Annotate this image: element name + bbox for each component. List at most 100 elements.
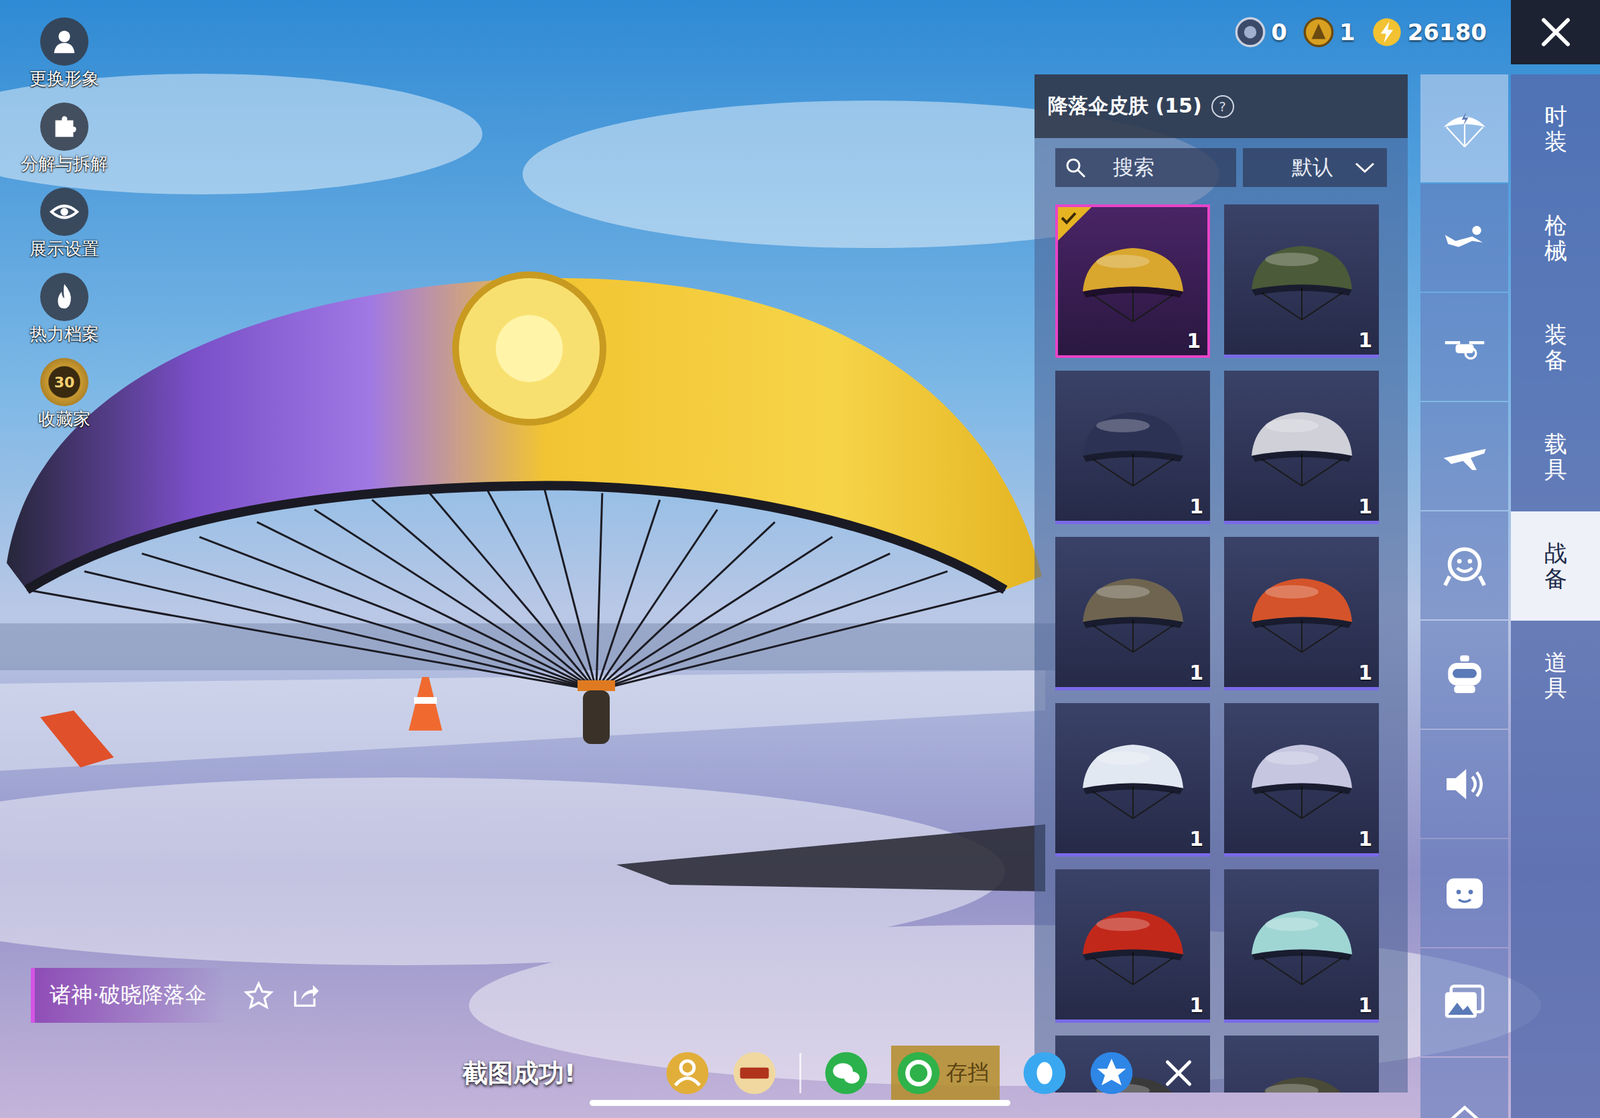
more-icon [1440, 1087, 1489, 1118]
parachute-thumbnail-icon [1065, 724, 1200, 832]
share-divider [799, 1052, 802, 1093]
drone-icon [1440, 322, 1489, 372]
category-tab[interactable]: 时装 [1510, 74, 1600, 184]
plane-wing [616, 824, 1046, 892]
clouds [0, 73, 1542, 1086]
menu-item[interactable]: 展示设置 [10, 187, 118, 261]
icon-tab[interactable] [1420, 402, 1509, 510]
sun-emblem [455, 274, 604, 423]
canopy-edge [26, 485, 1006, 590]
plane-icon [1440, 432, 1489, 481]
screenshot-toast: 截图成功! [462, 1055, 576, 1091]
skin-card[interactable]: 1 [1224, 869, 1379, 1023]
sticker-icon [1440, 869, 1489, 918]
help-button[interactable]: ? [1211, 95, 1235, 118]
category-tab[interactable]: 载具 [1510, 402, 1600, 512]
skin-card[interactable]: 1 [1055, 536, 1211, 691]
parachute-thumbnail-icon [1234, 890, 1369, 998]
skin-card[interactable]: 1 [1055, 869, 1211, 1023]
icon-tab[interactable] [1420, 838, 1509, 947]
collector-badge: 30 [54, 373, 76, 391]
skin-card[interactable]: 1 [1224, 536, 1379, 691]
menu-item[interactable]: 更换形象 [10, 17, 118, 91]
icon-tab[interactable] [1420, 292, 1509, 401]
star-icon[interactable] [243, 980, 274, 1010]
game-icon[interactable] [732, 1050, 777, 1095]
close-icon[interactable] [1156, 1050, 1201, 1095]
share-bar: 截图成功! 存挡 [462, 1045, 1201, 1101]
parachute-thumbnail-icon [1065, 391, 1200, 500]
parachute-thumbnail-icon [1234, 225, 1369, 333]
skin-card[interactable]: 1 [1055, 204, 1211, 358]
qq-icon[interactable] [1022, 1050, 1067, 1095]
puzzle-icon [48, 111, 80, 143]
menu-item[interactable]: 30收藏家 [10, 357, 118, 431]
wechat-icon[interactable] [824, 1050, 869, 1095]
left-menu: 更换形象分解与拆解展示设置热力档案 30收藏家 [10, 17, 118, 431]
skin-name: 诸神·破晓降落伞 [30, 967, 227, 1023]
runway [0, 670, 1046, 771]
sort-dropdown[interactable]: 默认 [1242, 148, 1387, 187]
main-area: 降落伞皮肤 (15)?搜索默认1111111111时装枪械装备载具战备道具 [0, 74, 1600, 1118]
close-icon [1535, 12, 1576, 53]
category-tab[interactable]: 道具 [1510, 620, 1600, 730]
item-count: 1 [1358, 992, 1373, 1017]
menu-item[interactable]: 分解与拆解 [10, 102, 118, 176]
icon-tab[interactable] [1420, 1057, 1509, 1118]
skin-card[interactable]: 1 [1224, 204, 1379, 358]
sort-value: 默认 [1291, 153, 1334, 182]
tool-row: 搜索 默认 [1055, 148, 1387, 187]
category-column: 时装枪械装备载具战备道具 [1510, 74, 1600, 1118]
icon-tab[interactable] [1420, 948, 1509, 1056]
search-field[interactable]: 搜索 [1055, 148, 1237, 187]
game-screen: 0126180降落伞皮肤 (15)?搜索默认1111111111时装枪械装备载具… [0, 0, 1600, 1118]
parachute-thumbnail-icon [1065, 890, 1200, 998]
token-icon [1234, 16, 1266, 48]
eye-icon [48, 196, 80, 228]
item-count: 1 [1358, 494, 1373, 518]
menu-icon-circle [40, 17, 89, 66]
coin-icon [1303, 16, 1335, 48]
save-label: 存挡 [946, 1057, 989, 1088]
qzone-icon[interactable] [1089, 1050, 1134, 1095]
menu-icon-circle [40, 272, 89, 321]
skin-card[interactable]: 1 [1224, 370, 1379, 524]
icon-tab[interactable] [1420, 620, 1509, 729]
skin-card[interactable]: 1 [1224, 702, 1379, 857]
search-placeholder: 搜索 [1112, 153, 1155, 182]
save-button[interactable]: 存挡 [891, 1045, 1000, 1101]
category-tab[interactable]: 装备 [1510, 292, 1600, 403]
parachute-thumbnail-icon [1234, 558, 1369, 666]
skin-card[interactable]: 1 [1055, 370, 1211, 524]
icon-tab[interactable] [1420, 511, 1509, 620]
magnifier-icon [1064, 156, 1087, 179]
parachute-thumbnail-icon [1234, 724, 1369, 832]
menu-item[interactable]: 热力档案 [10, 272, 118, 346]
icon-tab[interactable] [1420, 729, 1509, 838]
category-tab[interactable]: 枪械 [1510, 183, 1600, 293]
skin-card[interactable] [1224, 1035, 1379, 1093]
profile-icon[interactable] [665, 1050, 710, 1095]
parachute-thumbnail-icon [1234, 391, 1369, 500]
item-count: 1 [1358, 328, 1373, 352]
photo-icon [1440, 978, 1489, 1027]
menu-icon-circle [40, 102, 89, 151]
icon-tab[interactable] [1420, 183, 1509, 292]
parachute-thumbnail-icon [1234, 1056, 1369, 1093]
icon-tab-column [1420, 74, 1509, 1118]
currency: 26180 [1371, 16, 1487, 48]
currency-bar: 0126180 [1234, 0, 1487, 65]
skin-card[interactable]: 1 [1055, 702, 1211, 857]
category-tab[interactable]: 战备 [1510, 511, 1600, 621]
icon-tab[interactable] [1420, 74, 1509, 183]
skin-panel: 降落伞皮肤 (15)?搜索默认1111111111 [1034, 74, 1408, 1093]
currency-amount: 26180 [1407, 18, 1487, 46]
menu-label: 热力档案 [29, 322, 100, 346]
emote-icon [1440, 541, 1489, 590]
parachute-icon [1440, 104, 1489, 153]
city-skyline [0, 623, 1073, 671]
share-icon[interactable] [290, 980, 321, 1010]
currency: 0 [1234, 16, 1288, 48]
skydive-icon [1440, 213, 1489, 262]
close-button[interactable] [1510, 0, 1600, 65]
